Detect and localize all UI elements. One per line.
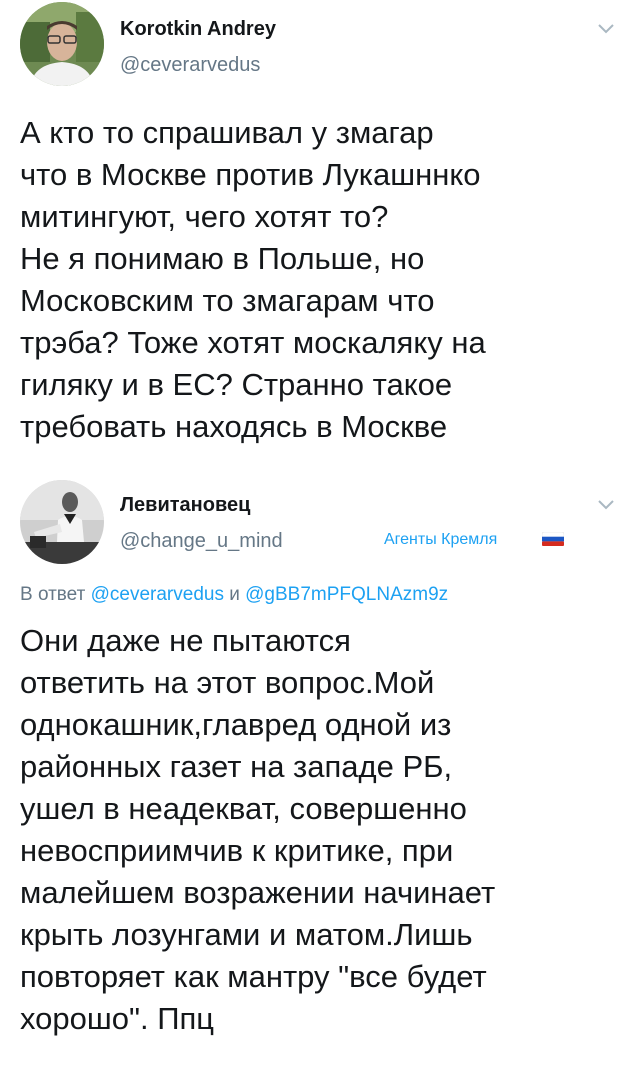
reply-prefix: В ответ — [20, 584, 86, 605]
reply-mention-2[interactable]: @gBB7mPFQLNAzm9z — [245, 584, 448, 605]
tweet-reply: Левитановец @change_u_mind Агенты Кремля… — [0, 0, 631, 1080]
reply-and: и — [229, 584, 240, 605]
account-label[interactable]: Агенты Кремля — [384, 531, 497, 549]
author-handle[interactable]: @change_u_mind — [120, 530, 283, 553]
reply-mention-1[interactable]: @ceverarvedus — [91, 584, 224, 605]
avatar[interactable] — [20, 480, 104, 564]
author-name[interactable]: Левитановец — [120, 494, 250, 517]
chevron-down-icon[interactable] — [596, 494, 616, 514]
user-photo-icon — [20, 480, 104, 564]
russia-flag-icon — [542, 532, 564, 546]
reply-context: В ответ @ceverarvedus и @gBB7mPFQLNAzm9z — [20, 584, 448, 606]
tweet-text: Они даже не пытаются ответить на этот во… — [20, 623, 496, 1036]
